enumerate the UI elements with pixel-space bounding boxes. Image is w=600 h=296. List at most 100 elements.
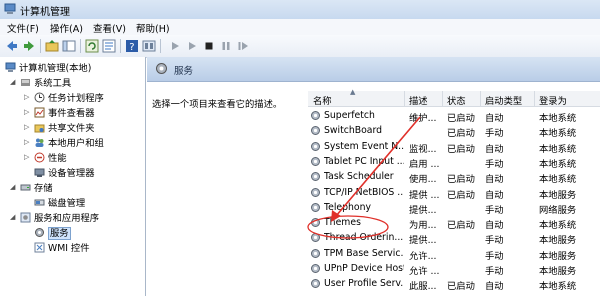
table-row[interactable]: TCP/IP NetBIOS ... 提供 ... 已启动 自动 本地服务 [308,185,600,201]
table-row[interactable]: TPM Base Servic... 允许... 手动 本地服务 [308,246,600,262]
table-row[interactable]: System Event N... 监视... 已启动 自动 本地系统 [308,139,600,155]
service-name: Themes [324,217,361,229]
computer-management-icon [4,3,16,14]
storage-icon [20,184,31,191]
forward-icon[interactable] [22,39,36,53]
wmi-icon [34,242,45,253]
service-logon-as: 本地系统 [539,113,577,124]
table-row[interactable]: Telephony 提供... 手动 网络服务 [308,200,600,216]
table-row[interactable]: Tablet PC Input ... 启用 ... 手动 本地系统 [308,154,600,170]
users-icon [35,138,44,147]
tree-item-services-and-applications[interactable]: 服务和应用程序 [20,210,99,224]
console-tree: 计算机管理(本地) ◢ 系统工具 ▷ 任务计划程序 ▷ 事件查看器 ▷ 共享文件… [0,57,146,296]
table-row[interactable]: User Profile Serv... 此服... 已启动 自动 本地系统 [308,276,600,292]
column-header-description[interactable]: 描述 [409,93,428,107]
service-name: Thread Orderin... [324,232,404,244]
disk-icon [34,199,45,206]
service-gear-icon [311,233,320,243]
tree-item-task-scheduler[interactable]: 任务计划程序 [34,90,104,104]
collapse-arrow-icon[interactable]: ◢ [10,78,15,86]
service-logon-as: 本地系统 [539,220,577,232]
service-gear-icon [311,141,320,151]
column-header-startup-type[interactable]: 启动类型 [485,93,522,107]
menu-help[interactable]: 帮助(H) [136,21,170,35]
expand-arrow-icon[interactable]: ▷ [24,93,29,101]
service-gear-icon [311,187,320,197]
column-header-status[interactable]: 状态 [447,93,466,107]
restart-service-icon[interactable] [236,39,250,53]
service-startup-type: 自动 [485,113,504,124]
service-logon-as: 网络服务 [539,204,577,216]
tree-item-disk-management[interactable]: 磁盘管理 [34,195,85,209]
service-status: 已启动 [447,174,475,186]
service-gear-icon [311,172,320,182]
column-header-logon-as[interactable]: 登录为 [539,93,567,107]
service-description: 为用... [409,220,437,232]
tree-item-local-users-groups[interactable]: 本地用户和组 [34,135,104,149]
svg-text:?: ? [129,42,134,53]
table-row[interactable]: Themes 为用... 已启动 自动 本地系统 [308,215,600,232]
service-description: 维护... [409,113,437,124]
table-row[interactable]: Task Scheduler 使用... 已启动 自动 本地系统 [308,169,600,186]
refresh-icon[interactable] [85,39,99,53]
service-description: 提供... [409,235,437,247]
help-icon[interactable]: ? [125,39,139,53]
tree-item-device-manager[interactable]: 设备管理器 [34,165,95,179]
tree-item-wmi-control[interactable]: WMI 控件 [34,240,90,254]
tree-item-event-viewer[interactable]: 事件查看器 [34,105,95,119]
service-gear-icon [311,126,320,136]
service-description: 提供... [409,204,437,216]
expand-arrow-icon[interactable]: ▷ [24,108,29,116]
tree-item-storage[interactable]: 存储 [20,180,53,194]
details-pane: 服务 选择一个项目来查看它的描述。 名称 ▲ 描述 状态 启动类型 登录为 Su… [147,57,600,296]
pause-service-icon[interactable] [219,39,233,53]
expand-arrow-icon[interactable]: ▷ [24,138,29,146]
up-folder-icon[interactable] [45,39,59,53]
start-service-alt-icon[interactable] [185,39,199,53]
description-text: 选择一个项目来查看它的描述。 [152,99,283,110]
menu-view[interactable]: 查看(V) [93,21,126,35]
service-logon-as: 本地服务 [539,266,577,277]
service-description: 启用 ... [409,158,440,170]
tools-icon [21,79,30,86]
collapse-arrow-icon[interactable]: ◢ [10,183,15,191]
tree-item-services[interactable]: 服务 [34,225,71,240]
show-hide-tree-icon[interactable] [62,39,76,53]
banner-title: 服务 [174,66,194,77]
service-status: 已启动 [447,143,475,155]
stop-service-icon[interactable] [202,39,216,53]
back-icon[interactable] [5,39,19,53]
service-logon-as: 本地服务 [539,189,577,201]
table-row[interactable]: UPnP Device Host 允许 ... 手动 本地服务 [308,261,600,277]
service-name: TPM Base Servic... [324,247,404,259]
service-startup-type: 手动 [485,128,504,140]
start-service-icon[interactable] [168,39,182,53]
collapse-arrow-icon[interactable]: ◢ [10,213,15,221]
services-icon [156,63,167,74]
tree-item-system-tools[interactable]: 系统工具 [20,75,71,89]
service-logon-as: 本地服务 [539,235,577,247]
menu-action[interactable]: 操作(A) [50,21,83,35]
service-gear-icon [311,279,320,289]
menu-file[interactable]: 文件(F) [7,21,39,35]
properties-view-icon[interactable] [142,39,156,53]
tree-item-shared-folders[interactable]: 共享文件夹 [34,120,95,134]
table-row[interactable]: Superfetch 维护... 已启动 自动 本地系统 [308,108,600,124]
shared-folder-icon [34,124,45,133]
service-description: 监视... [409,143,437,155]
service-name: User Profile Serv... [324,278,404,290]
service-name: TCP/IP NetBIOS ... [324,186,404,198]
service-name: UPnP Device Host [324,263,404,274]
column-header-name[interactable]: 名称 [313,93,332,107]
service-name: Tablet PC Input ... [324,155,404,167]
performance-icon [34,152,45,163]
export-list-icon[interactable] [102,39,116,53]
table-row[interactable]: SwitchBoard 已启动 手动 本地系统 [308,123,600,140]
table-row[interactable]: Thread Orderin... 提供... 手动 本地服务 [308,230,600,247]
tree-item-computer-management[interactable]: 计算机管理(本地) [5,60,91,74]
expand-arrow-icon[interactable]: ▷ [24,153,29,161]
service-description: 提供 ... [409,189,440,201]
tree-item-performance[interactable]: 性能 [34,150,67,164]
service-startup-type: 自动 [485,220,504,232]
expand-arrow-icon[interactable]: ▷ [24,123,29,131]
